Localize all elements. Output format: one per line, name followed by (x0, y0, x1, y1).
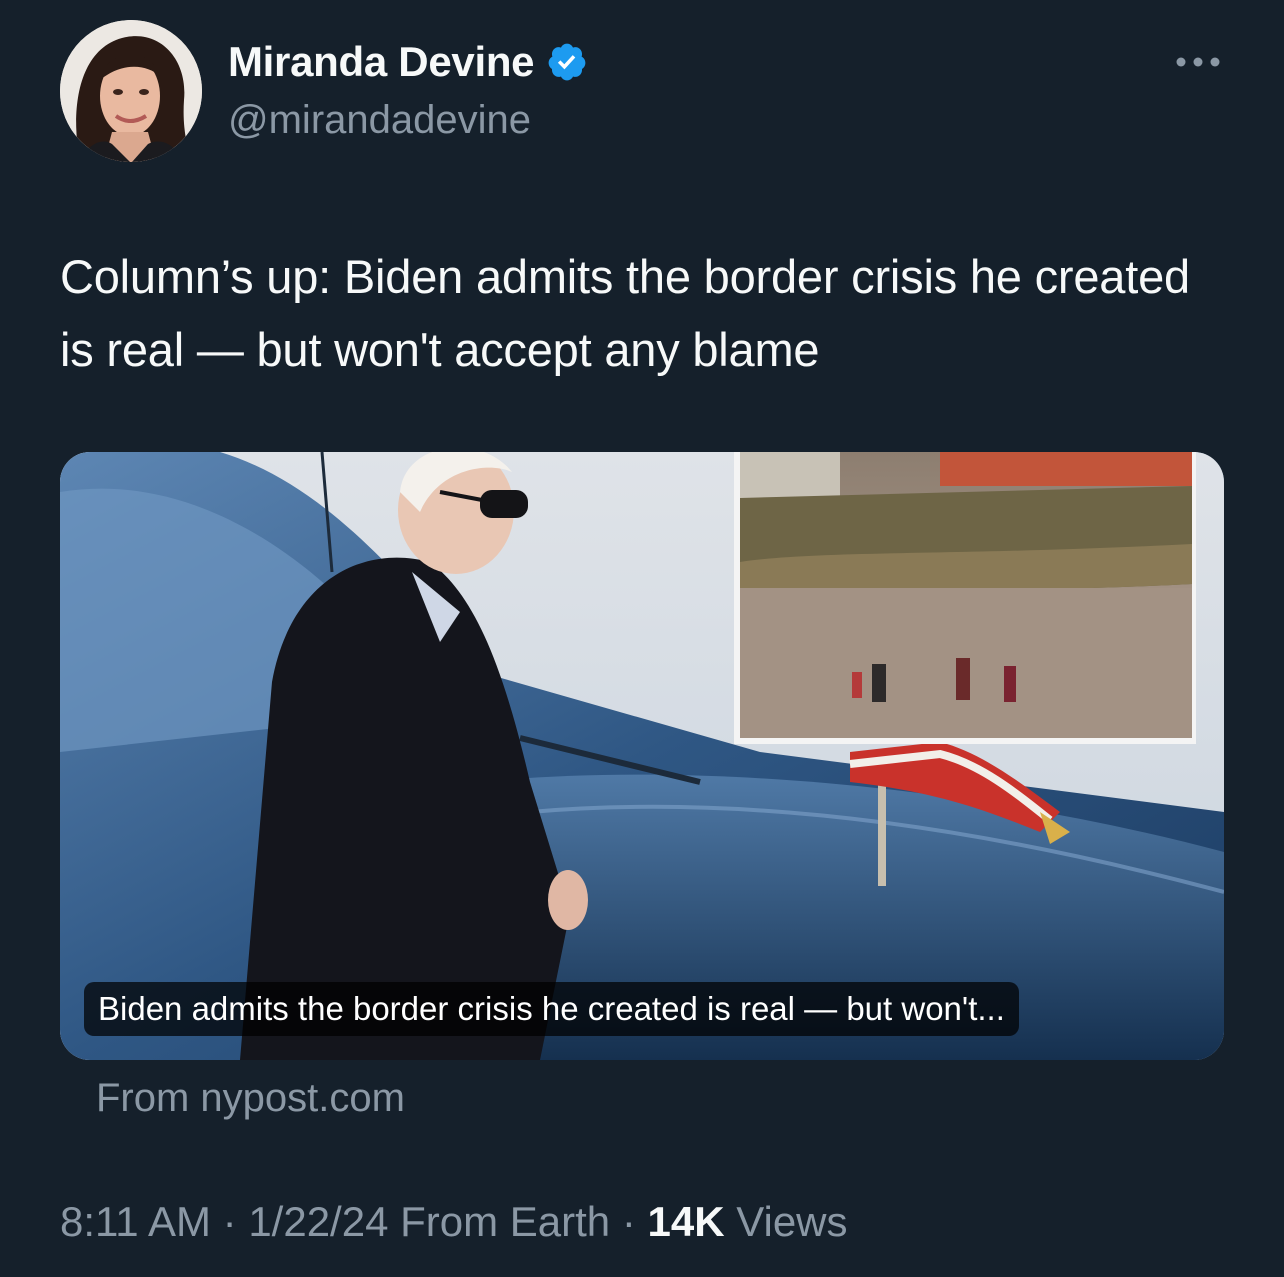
views-label: Views (736, 1198, 848, 1245)
tweet-date[interactable]: 1/22/24 (248, 1198, 388, 1245)
views-count: 14K (647, 1198, 725, 1245)
tweet-client: From Earth (400, 1198, 611, 1245)
author-display-name[interactable]: Miranda Devine (228, 38, 535, 86)
verified-badge-icon (548, 43, 586, 81)
more-options-button[interactable] (1168, 42, 1228, 82)
more-options-icon (1176, 57, 1220, 67)
author-handle[interactable]: @mirandadevine (228, 98, 531, 143)
inset-border-photo (734, 452, 1196, 744)
tweet-text: Column’s up: Biden admits the border cri… (60, 250, 1190, 376)
card-image (60, 452, 1224, 1060)
card-caption: Biden admits the border crisis he create… (84, 982, 1019, 1036)
link-card[interactable]: Biden admits the border crisis he create… (60, 452, 1224, 1060)
tweet-time[interactable]: 8:11 AM (60, 1198, 211, 1245)
avatar-portrait (60, 20, 202, 162)
author-name-row[interactable]: Miranda Devine (228, 36, 588, 88)
tweet-meta: 8:11 AM · 1/22/24 From Earth · 14K Views (60, 1198, 848, 1246)
tweet: Miranda Devine @mirandadevine Column’s u… (0, 0, 1284, 1277)
meta-separator: · (210, 1198, 249, 1245)
card-source-link[interactable]: From nypost.com (96, 1076, 405, 1121)
meta-separator: · (610, 1198, 648, 1245)
avatar[interactable] (60, 20, 202, 162)
